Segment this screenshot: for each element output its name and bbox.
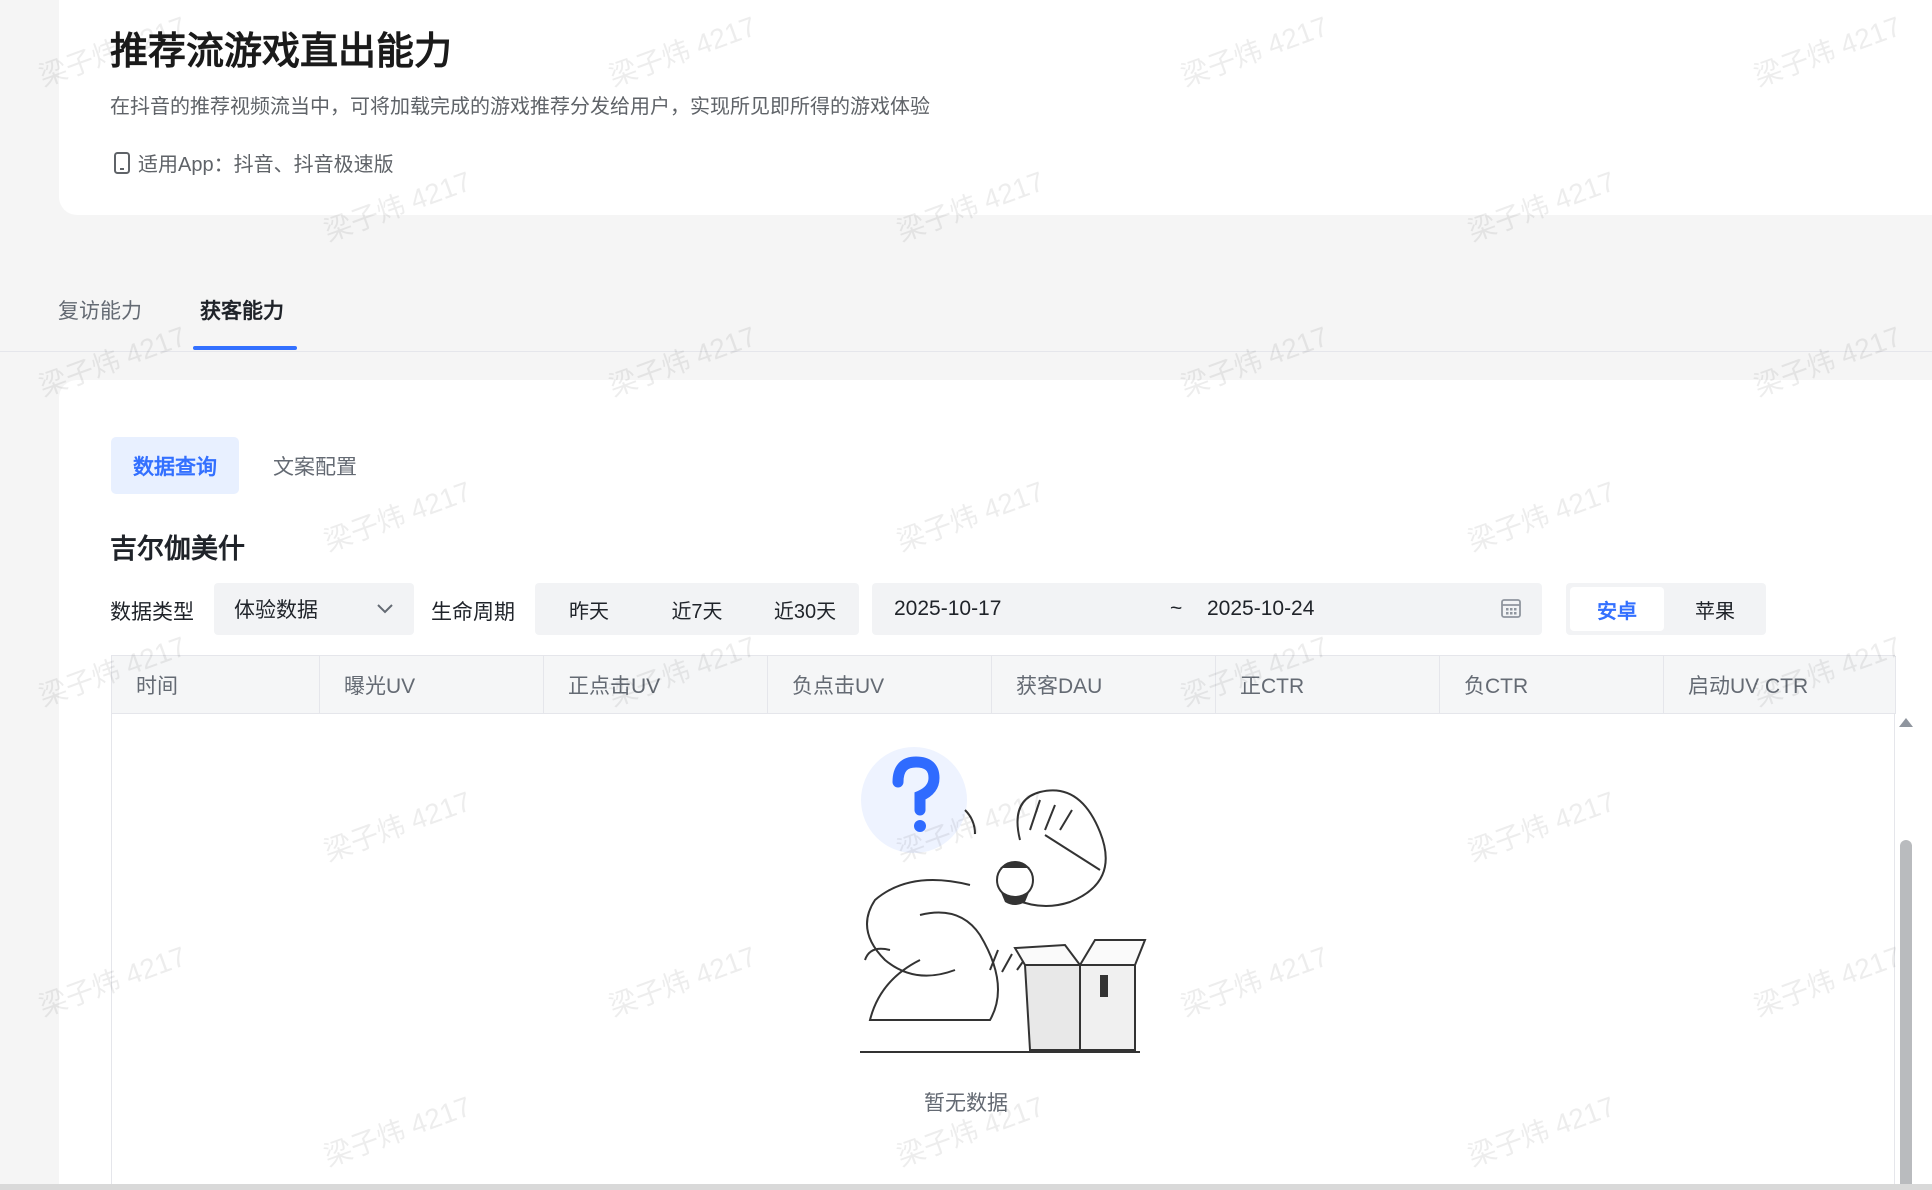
column-header-negative-ctr[interactable]: 负CTR [1440,656,1664,713]
game-name: 吉尔伽美什 [110,534,245,564]
data-type-value: 体验数据 [234,599,318,622]
column-header-positive-click-uv[interactable]: 正点击UV [544,656,768,713]
date-range-picker[interactable]: 2025-10-17 ~ 2025-10-24 [872,583,1542,635]
date-end[interactable]: 2025-10-24 [1207,597,1314,621]
empty-state-text: 暂无数据 [924,1092,1008,1115]
subtab-data-query[interactable]: 数据查询 [111,437,239,494]
data-type-label: 数据类型 [110,601,194,624]
column-header-negative-click-uv[interactable]: 负点击UV [768,656,992,713]
table-header: 时间 曝光UV 正点击UV 负点击UV 获客DAU 正CTR 负CTR 启动UV… [112,656,1896,714]
subtab-copy-config[interactable]: 文案配置 [255,437,375,494]
data-type-select[interactable]: 体验数据 [214,583,414,635]
chevron-down-icon [377,604,393,614]
empty-state-illustration [860,747,1147,1053]
column-header-acquisition-dau[interactable]: 获客DAU [992,656,1216,713]
scroll-up-icon[interactable] [1895,715,1917,731]
tab-revisit[interactable]: 复访能力 [58,295,142,325]
lifecycle-label: 生命周期 [431,601,515,624]
platform-toggle: 安卓 苹果 [1566,583,1766,635]
range-yesterday-button[interactable]: 昨天 [535,583,643,635]
column-header-exposure-uv[interactable]: 曝光UV [320,656,544,713]
applicable-apps-text: 适用App：抖音、抖音极速版 [138,154,394,176]
main-tabs: 复访能力 获客能力 [0,270,1932,352]
column-header-time[interactable]: 时间 [112,656,320,713]
phone-icon [114,151,130,174]
range-30days-button[interactable]: 近30天 [751,583,859,635]
range-quick-select: 昨天 近7天 近30天 [535,583,859,635]
column-header-launch-uv-ctr[interactable]: 启动UV CTR [1664,656,1896,713]
platform-android-button[interactable]: 安卓 [1570,587,1664,631]
range-7days-button[interactable]: 近7天 [643,583,751,635]
table-scrollbar[interactable] [1895,715,1917,1190]
date-separator: ~ [1170,597,1183,620]
date-start[interactable]: 2025-10-17 [894,597,1001,621]
active-tab-indicator [193,346,297,350]
scroll-thumb[interactable] [1900,840,1912,1190]
bottom-edge [0,1184,1932,1190]
applicable-apps: 适用App：抖音、抖音极速版 [112,148,394,177]
page-description: 在抖音的推荐视频流当中，可将加载完成的游戏推荐分发给用户，实现所见即所得的游戏体… [110,96,930,118]
tab-acquisition[interactable]: 获客能力 [200,295,284,325]
calendar-icon[interactable] [1500,597,1522,619]
page-title: 推荐流游戏直出能力 [110,31,453,73]
column-header-positive-ctr[interactable]: 正CTR [1216,656,1440,713]
platform-ios-button[interactable]: 苹果 [1668,587,1762,631]
